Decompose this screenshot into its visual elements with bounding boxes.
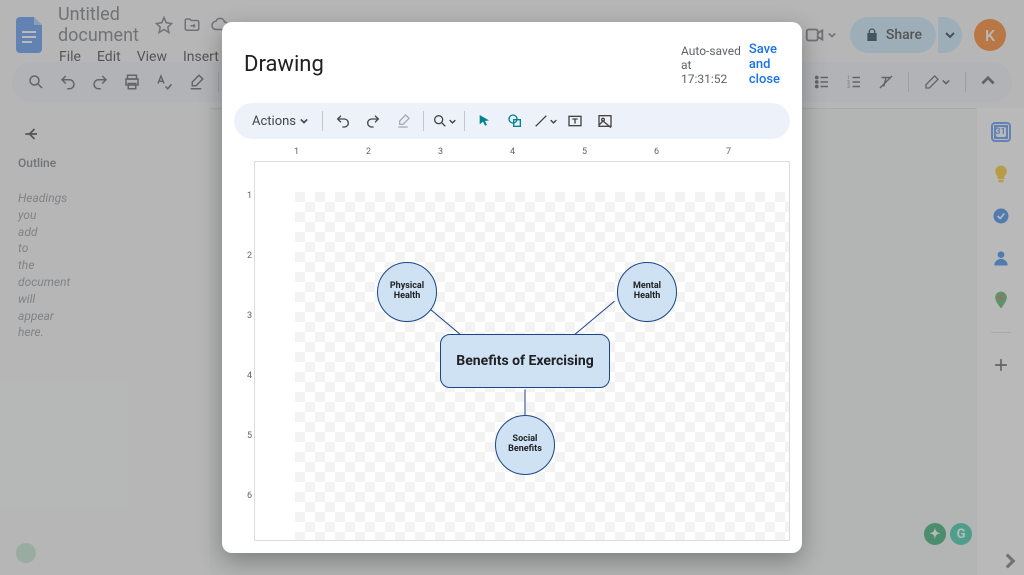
drawing-redo-icon[interactable] xyxy=(359,107,387,135)
line-tool-icon[interactable] xyxy=(531,107,559,135)
paint-format-icon[interactable] xyxy=(389,107,417,135)
vertical-ruler: 123456 xyxy=(234,161,254,541)
node-physical-health[interactable]: PhysicalHealth xyxy=(377,262,437,322)
node-center[interactable]: Benefits of Exercising xyxy=(440,334,610,388)
zoom-tool-icon[interactable] xyxy=(430,107,458,135)
image-tool-icon[interactable] xyxy=(591,107,619,135)
drawing-toolbar: Actions xyxy=(234,103,790,139)
autosave-status: Auto-savedat17:31:52 xyxy=(681,44,741,86)
modal-backdrop: Drawing Auto-savedat17:31:52 Saveandclos… xyxy=(0,0,1024,575)
select-tool-icon[interactable] xyxy=(471,107,499,135)
save-and-close-button[interactable]: Saveandclose xyxy=(749,42,780,87)
actions-menu[interactable]: Actions xyxy=(244,110,316,133)
node-social-benefits[interactable]: SocialBenefits xyxy=(495,415,555,475)
drawing-canvas[interactable]: PhysicalHealth MentalHealth Benefits of … xyxy=(254,161,790,541)
drawing-dialog: Drawing Auto-savedat17:31:52 Saveandclos… xyxy=(222,22,802,553)
drawing-undo-icon[interactable] xyxy=(329,107,357,135)
shape-tool-icon[interactable] xyxy=(501,107,529,135)
textbox-tool-icon[interactable] xyxy=(561,107,589,135)
node-mental-health[interactable]: MentalHealth xyxy=(617,262,677,322)
horizontal-ruler: 1234567 xyxy=(234,147,790,161)
drawing-title: Drawing xyxy=(244,52,324,77)
